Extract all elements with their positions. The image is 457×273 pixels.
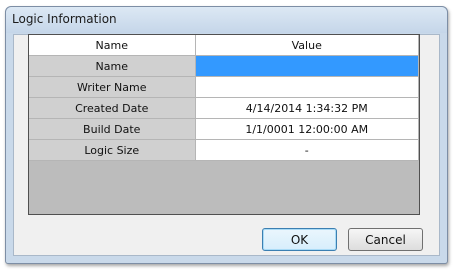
logic-info-table: Name Value Name Writer Name Created Date… [29,35,419,161]
row-name-cell: Created Date [29,97,196,119]
row-name-cell: Writer Name [29,76,196,98]
table-row[interactable]: Name [29,55,419,77]
row-value-cell[interactable]: - [195,139,419,161]
ok-button[interactable]: OK [262,228,337,251]
row-name-cell: Name [29,55,196,77]
row-value-cell[interactable] [195,76,419,98]
cancel-button[interactable]: Cancel [348,228,423,251]
table-row[interactable]: Logic Size - [29,139,419,161]
logic-info-grid: Name Value Name Writer Name Created Date… [28,34,420,215]
row-name-cell: Build Date [29,118,196,140]
row-value-cell[interactable] [195,55,419,77]
logic-information-dialog: Logic Information Name Value Name Writer… [5,6,448,264]
column-header-value[interactable]: Value [195,35,419,56]
dialog-title: Logic Information [12,12,117,26]
table-row[interactable]: Created Date 4/14/2014 1:34:32 PM [29,97,419,119]
table-row[interactable]: Build Date 1/1/0001 12:00:00 AM [29,118,419,140]
row-name-cell: Logic Size [29,139,196,161]
column-header-name[interactable]: Name [29,35,196,56]
table-row[interactable]: Writer Name [29,76,419,98]
title-bar[interactable]: Logic Information [6,7,447,33]
row-value-cell[interactable]: 1/1/0001 12:00:00 AM [195,118,419,140]
row-value-cell[interactable]: 4/14/2014 1:34:32 PM [195,97,419,119]
table-header-row: Name Value [29,35,419,56]
